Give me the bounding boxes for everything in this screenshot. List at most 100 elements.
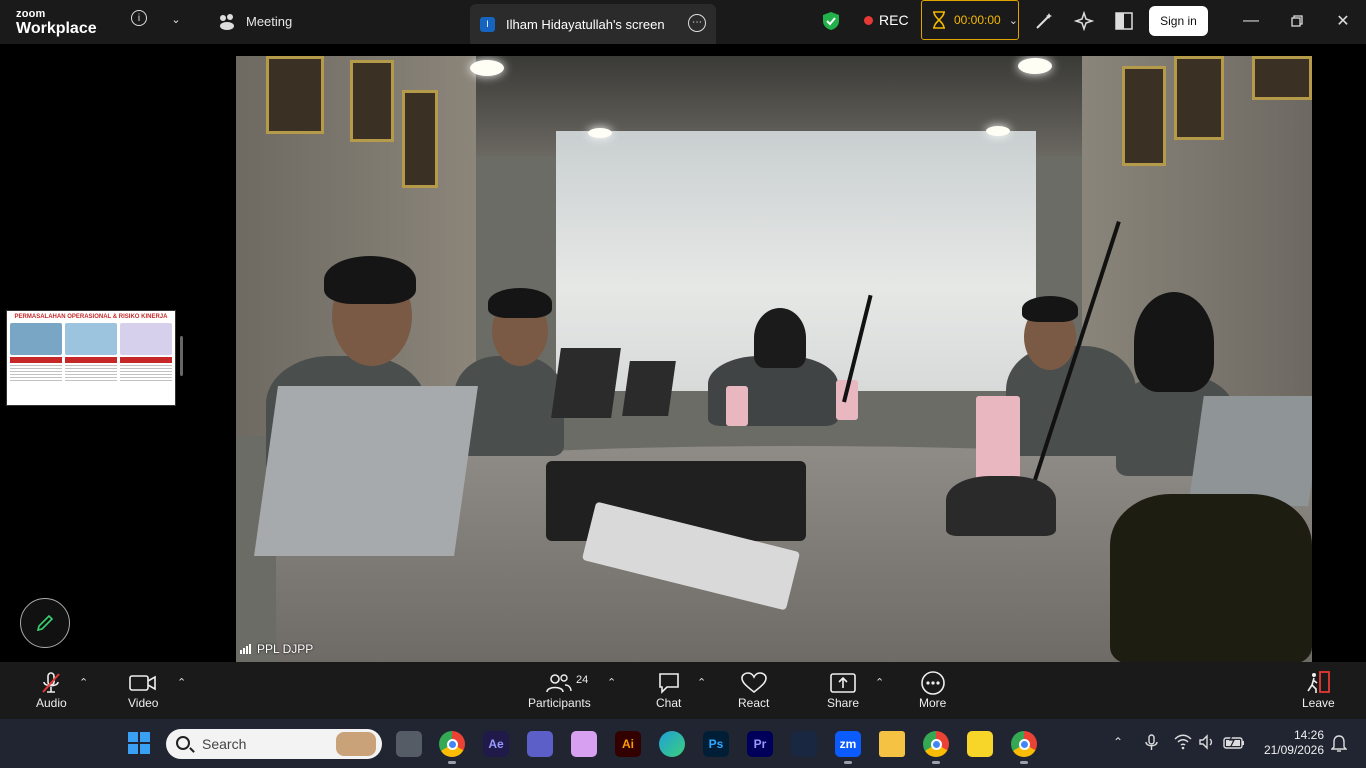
photoshop-icon[interactable]: Ps [703,731,729,757]
video-laptop [254,386,478,556]
illustrator-icon[interactable]: Ai [615,731,641,757]
show-hidden-icons-icon[interactable]: ⌃ [1113,735,1123,749]
audio-button[interactable]: Audio [36,670,67,710]
panel-resize-handle[interactable] [180,336,183,376]
video-person-hair [1134,292,1214,392]
side-panel-icon[interactable] [1115,11,1133,31]
volume-icon[interactable] [1198,734,1216,750]
video-portrait-frame [1122,66,1166,166]
heart-icon [740,672,767,694]
video-name-label: PPL DJPP [240,642,313,656]
notification-bell-icon[interactable] [1331,733,1347,753]
zoom-icon[interactable]: zm [835,731,861,764]
file-explorer-icon[interactable] [879,731,905,757]
participants-options-caret-icon[interactable]: ⌃ [607,676,616,689]
premiere-icon[interactable]: Pr [747,731,773,757]
participant-video[interactable] [236,56,1312,662]
video-camera-icon [129,675,157,691]
connection-signal-icon [240,644,251,654]
video-ceiling-light [986,126,1010,136]
meeting-tab[interactable]: Meeting [218,12,292,30]
edge-icon[interactable] [659,731,685,757]
video-options-caret-icon[interactable]: ⌃ [177,676,186,689]
video-laptop [1188,396,1312,506]
video-portrait-frame [266,56,324,134]
leave-button[interactable]: Leave [1302,670,1335,710]
chat-label: Chat [656,696,682,710]
info-icon[interactable]: i [131,10,147,26]
video-ceiling-light [1018,58,1052,74]
microphone-in-use-icon[interactable] [1142,733,1162,753]
leave-label: Leave [1302,696,1335,710]
sticky-notes-icon[interactable] [967,731,993,757]
ai-companion-icon[interactable] [1074,11,1094,31]
share-label: Share [827,696,860,710]
share-screen-icon [830,673,856,693]
video-laptop [622,361,676,416]
teams-icon[interactable] [527,731,553,757]
video-person-hair [1022,296,1078,322]
video-person-hijab [754,308,806,368]
video-microphone-base [946,476,1056,536]
react-button[interactable]: React [738,670,769,710]
after-effects-icon[interactable]: Ae [483,731,509,757]
more-options-icon[interactable]: ⋯ [688,14,706,32]
chevron-down-icon[interactable]: ⌄ [168,10,184,28]
battery-charging-icon[interactable] [1223,734,1245,750]
taskbar-search-box[interactable]: Search [166,729,382,759]
clock-time: 14:26 [1293,728,1324,742]
app-installer-icon[interactable] [791,731,817,757]
windows-start-icon[interactable] [128,732,150,754]
chat-button[interactable]: Chat [656,670,681,710]
video-cup [726,386,748,426]
participants-count: 24 [576,674,589,686]
shared-content-thumbnail[interactable]: PERMASALAHAN OPERASIONAL & RISIKO KINERJ… [6,310,176,406]
chrome-icon[interactable] [923,731,949,764]
share-button[interactable]: Share [827,670,859,710]
chevron-down-icon: ⌄ [1008,14,1018,27]
leave-icon [1307,671,1331,693]
more-label: More [919,696,947,710]
task-view-icon[interactable] [396,731,422,757]
minimize-icon[interactable]: — [1241,10,1261,32]
shared-screen-tab[interactable]: I Ilham Hidayatullah's screen ⋯ [470,4,716,44]
meeting-controls: Audio ⌃ Video ⌃ Participants 24 ⌃ Chat ⌃… [0,662,1366,719]
meeting-icon [220,14,234,30]
chrome-icon[interactable] [439,731,465,764]
recording-indicator[interactable]: REC [864,12,909,28]
restore-icon[interactable] [1287,10,1307,32]
share-options-caret-icon[interactable]: ⌃ [875,676,884,689]
copilot-icon[interactable] [571,731,597,757]
close-icon[interactable]: ✕ [1333,10,1353,32]
system-clock[interactable]: 14:26 21/09/2026 [1258,728,1324,758]
search-placeholder: Search [202,736,247,752]
sign-in-button[interactable]: Sign in [1149,6,1208,36]
thumbnail-title: PERMASALAHAN OPERASIONAL & RISIKO KINERJ… [14,314,168,320]
participant-name: PPL DJPP [257,642,314,656]
microphone-muted-icon [42,672,61,693]
windows-taskbar: Search Ae Ai Ps Pr zm ⌃ 14:26 21/09/2026 [0,719,1366,768]
brand-big: Workplace [16,20,97,37]
magic-wand-icon[interactable] [1034,11,1054,31]
chrome-icon[interactable] [1011,731,1037,764]
annotate-button[interactable] [20,598,70,648]
chat-bubble-icon [658,673,679,694]
meeting-label: Meeting [246,13,293,29]
video-tumbler [1110,494,1312,662]
meeting-timer[interactable]: 00:00:00 ⌄ [921,0,1019,40]
video-person-hair [324,256,416,304]
more-button[interactable]: More [919,670,946,710]
video-ceiling-light [470,60,504,76]
zoom-workplace-logo: zoom Workplace [16,9,97,37]
participants-label: Participants [528,696,591,710]
participants-icon [546,674,573,693]
video-button[interactable]: Video [128,670,158,710]
thumbnail-columns [7,320,175,383]
search-icon [176,736,190,750]
chat-options-caret-icon[interactable]: ⌃ [697,676,706,689]
encryption-shield-icon[interactable] [822,11,840,31]
search-highlight-image [336,732,376,756]
participant-initial-icon: I [480,16,495,32]
audio-options-caret-icon[interactable]: ⌃ [79,676,88,689]
wifi-icon[interactable] [1174,734,1192,750]
